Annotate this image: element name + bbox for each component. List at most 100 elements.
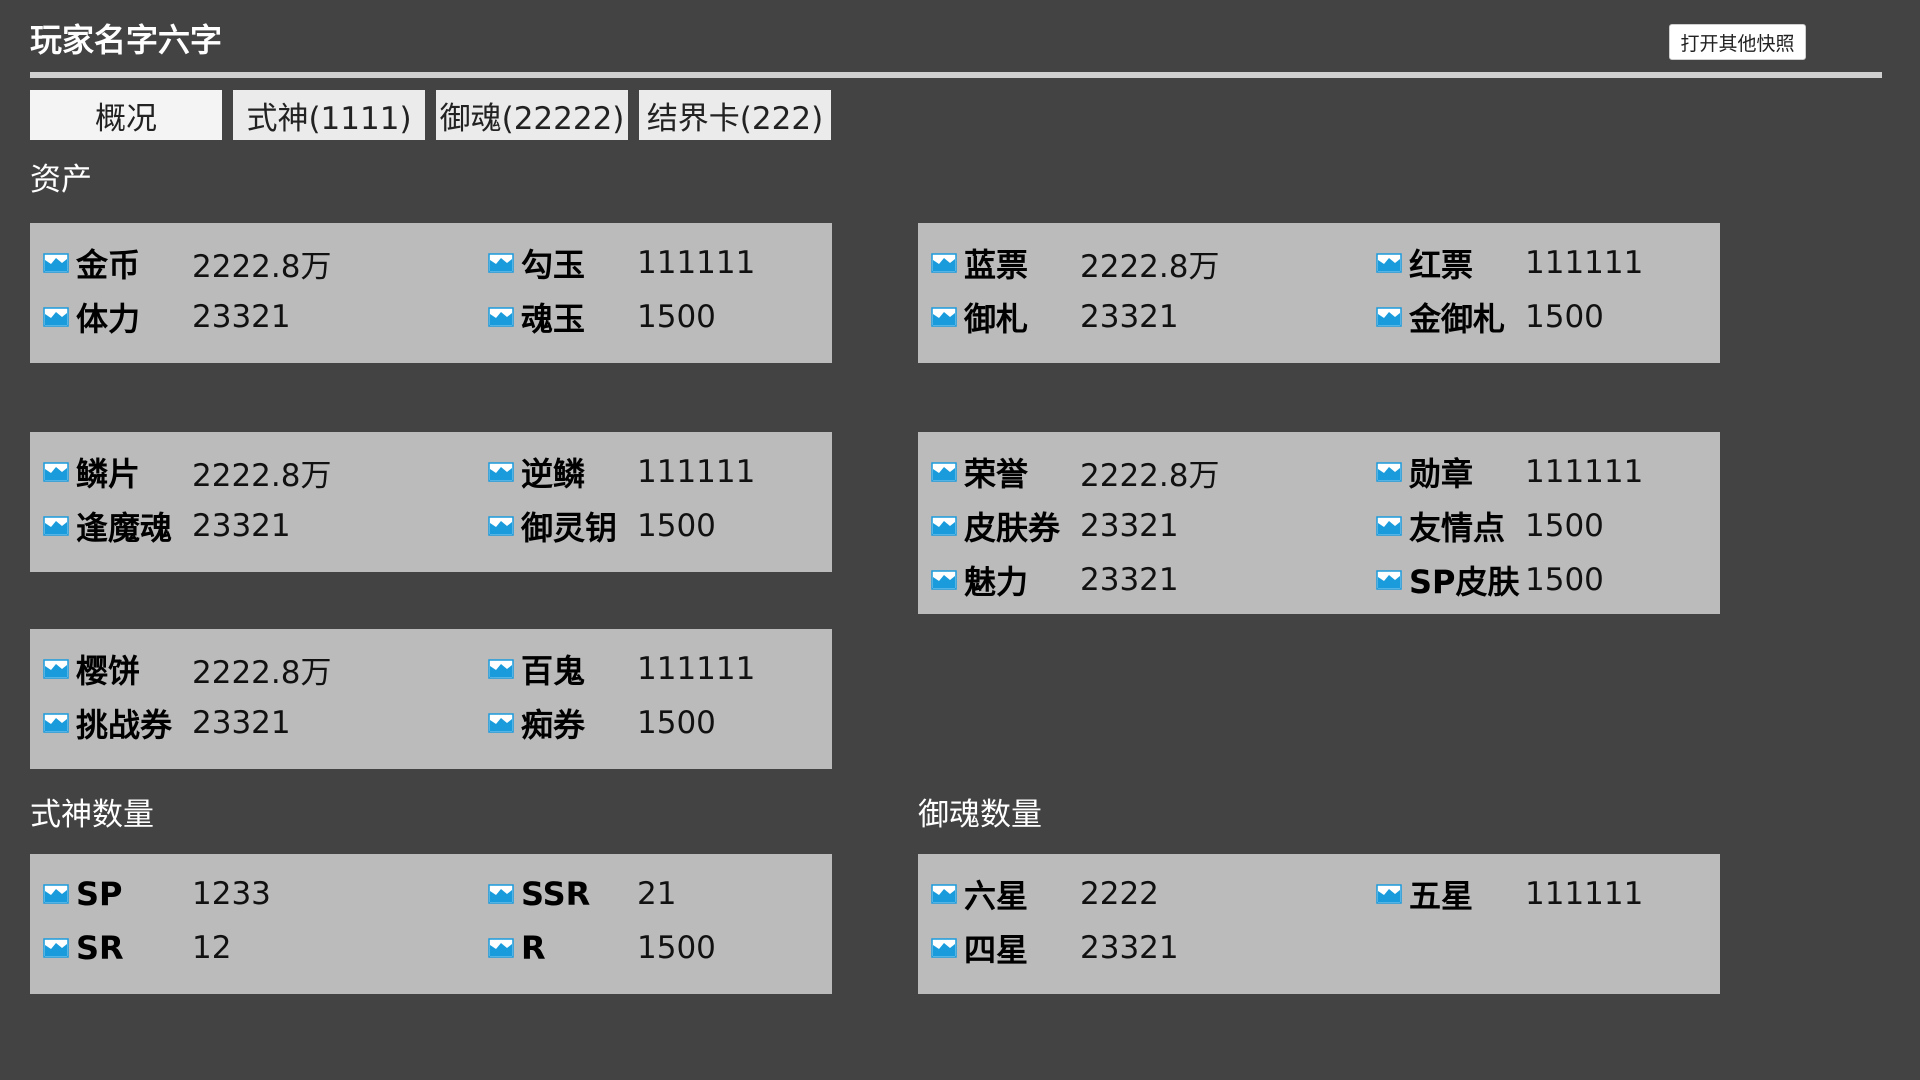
stat-value: 2222 bbox=[1080, 876, 1159, 912]
stat-value: 1500 bbox=[637, 508, 716, 544]
image-icon bbox=[488, 936, 514, 960]
image-icon bbox=[1376, 568, 1402, 592]
stat-value: 1500 bbox=[1525, 562, 1604, 598]
stat-label: 逢魔魂 bbox=[76, 509, 173, 547]
stat-label: 蓝票 bbox=[964, 246, 1029, 284]
stat-label: SR bbox=[76, 929, 124, 967]
stat-item: 体力 23321 bbox=[43, 290, 291, 344]
stat-item: 樱饼 2222.8万 bbox=[43, 642, 331, 696]
stat-item: 金币 2222.8万 bbox=[43, 236, 331, 290]
open-snapshot-button[interactable]: 打开其他快照 bbox=[1669, 24, 1806, 60]
stat-item: 逢魔魂 23321 bbox=[43, 499, 291, 553]
stat-value: 2222.8万 bbox=[192, 248, 332, 285]
stat-item: 金御札 1500 bbox=[1376, 290, 1604, 344]
image-icon bbox=[488, 882, 514, 906]
panel-assets-scales: 鳞片 2222.8万 逆鳞 111111 逢魔魂 23321 御灵钥 1500 bbox=[30, 432, 832, 572]
stat-label: 鳞片 bbox=[76, 455, 141, 493]
stat-label: 百鬼 bbox=[521, 652, 586, 690]
tab-mitama[interactable]: 御魂(22222) bbox=[436, 90, 628, 140]
stat-label: 六星 bbox=[964, 877, 1029, 915]
stat-value: 2222.8万 bbox=[1080, 248, 1220, 285]
stat-label: SP bbox=[76, 875, 123, 913]
stat-label: 荣誉 bbox=[964, 455, 1029, 493]
tab-shikigami[interactable]: 式神(1111) bbox=[233, 90, 425, 140]
stat-item: 五星 111111 bbox=[1376, 867, 1643, 921]
stat-item: 蓝票 2222.8万 bbox=[931, 236, 1219, 290]
image-icon bbox=[43, 657, 69, 681]
panel-assets-currency: 金币 2222.8万 勾玉 111111 体力 23321 魂玉 1500 bbox=[30, 223, 832, 363]
image-icon bbox=[1376, 882, 1402, 906]
image-icon bbox=[931, 251, 957, 275]
panel-assets-sakura: 樱饼 2222.8万 百鬼 111111 挑战券 23321 痴券 1500 bbox=[30, 629, 832, 769]
image-icon bbox=[488, 251, 514, 275]
stat-value: 2222.8万 bbox=[1080, 457, 1220, 494]
stat-value: 111111 bbox=[1525, 876, 1644, 912]
stat-item: 挑战券 23321 bbox=[43, 696, 291, 750]
image-icon bbox=[931, 514, 957, 538]
stat-item: 逆鳞 111111 bbox=[488, 445, 755, 499]
stat-label: 四星 bbox=[964, 931, 1029, 969]
stat-value: 1500 bbox=[637, 705, 716, 741]
stat-item: 痴券 1500 bbox=[488, 696, 716, 750]
stat-label: R bbox=[521, 929, 546, 967]
stat-label: 五星 bbox=[1409, 877, 1474, 915]
stat-item: 友情点 1500 bbox=[1376, 499, 1604, 553]
stat-value: 1500 bbox=[637, 299, 716, 335]
stat-value: 21 bbox=[637, 876, 677, 912]
stat-value: 23321 bbox=[1080, 299, 1179, 335]
stat-value: 23321 bbox=[1080, 508, 1179, 544]
section-title-assets: 资产 bbox=[30, 162, 92, 198]
stat-value: 1500 bbox=[637, 930, 716, 966]
image-icon bbox=[488, 514, 514, 538]
image-icon bbox=[1376, 251, 1402, 275]
stat-label: 樱饼 bbox=[76, 652, 141, 690]
stat-label: 挑战券 bbox=[76, 706, 173, 744]
stat-value: 111111 bbox=[637, 651, 756, 687]
stat-label: SP皮肤 bbox=[1409, 563, 1520, 601]
stat-label: 金御札 bbox=[1409, 300, 1506, 338]
stat-label: 金币 bbox=[76, 246, 141, 284]
stat-item: 六星 2222 bbox=[931, 867, 1159, 921]
stat-item: 四星 23321 bbox=[931, 921, 1179, 975]
stat-item: SP皮肤 1500 bbox=[1376, 553, 1604, 607]
image-icon bbox=[931, 568, 957, 592]
image-icon bbox=[488, 711, 514, 735]
image-icon bbox=[43, 305, 69, 329]
stat-label: 痴券 bbox=[521, 706, 586, 744]
panel-assets-honor: 荣誉 2222.8万 勋章 111111 皮肤券 23321 友情点 1500 魅力 23321 S… bbox=[918, 432, 1720, 614]
stat-value: 12 bbox=[192, 930, 232, 966]
image-icon bbox=[43, 936, 69, 960]
image-icon bbox=[488, 305, 514, 329]
tab-barrier-card[interactable]: 结界卡(222) bbox=[639, 90, 831, 140]
image-icon bbox=[1376, 305, 1402, 329]
stat-label: 红票 bbox=[1409, 246, 1474, 284]
stat-label: SSR bbox=[521, 875, 591, 913]
stat-value: 23321 bbox=[1080, 562, 1179, 598]
image-icon bbox=[931, 305, 957, 329]
stat-item: 魅力 23321 bbox=[931, 553, 1179, 607]
section-title-shikigami-count: 式神数量 bbox=[30, 797, 154, 833]
stat-item: R 1500 bbox=[488, 921, 716, 975]
tab-overview[interactable]: 概况 bbox=[30, 90, 222, 140]
image-icon bbox=[931, 460, 957, 484]
stat-item: 百鬼 111111 bbox=[488, 642, 755, 696]
player-name: 玩家名字六字 bbox=[30, 21, 223, 59]
stat-value: 1233 bbox=[192, 876, 271, 912]
stat-value: 2222.8万 bbox=[192, 457, 332, 494]
stat-label: 体力 bbox=[76, 300, 141, 338]
stat-item: 勋章 111111 bbox=[1376, 445, 1643, 499]
tab-bar: 概况 式神(1111) 御魂(22222) 结界卡(222) bbox=[30, 90, 831, 140]
stat-label: 皮肤券 bbox=[964, 509, 1061, 547]
stat-item: 御灵钥 1500 bbox=[488, 499, 716, 553]
stat-item: 皮肤券 23321 bbox=[931, 499, 1179, 553]
stat-label: 勋章 bbox=[1409, 455, 1474, 493]
stat-value: 23321 bbox=[192, 705, 291, 741]
stat-value: 111111 bbox=[1525, 245, 1644, 281]
stat-label: 魂玉 bbox=[521, 300, 586, 338]
stat-value: 23321 bbox=[192, 299, 291, 335]
image-icon bbox=[488, 460, 514, 484]
image-icon bbox=[931, 882, 957, 906]
panel-shikigami-count: SP 1233 SSR 21 SR 12 R 1500 bbox=[30, 854, 832, 994]
image-icon bbox=[43, 460, 69, 484]
image-icon bbox=[43, 514, 69, 538]
